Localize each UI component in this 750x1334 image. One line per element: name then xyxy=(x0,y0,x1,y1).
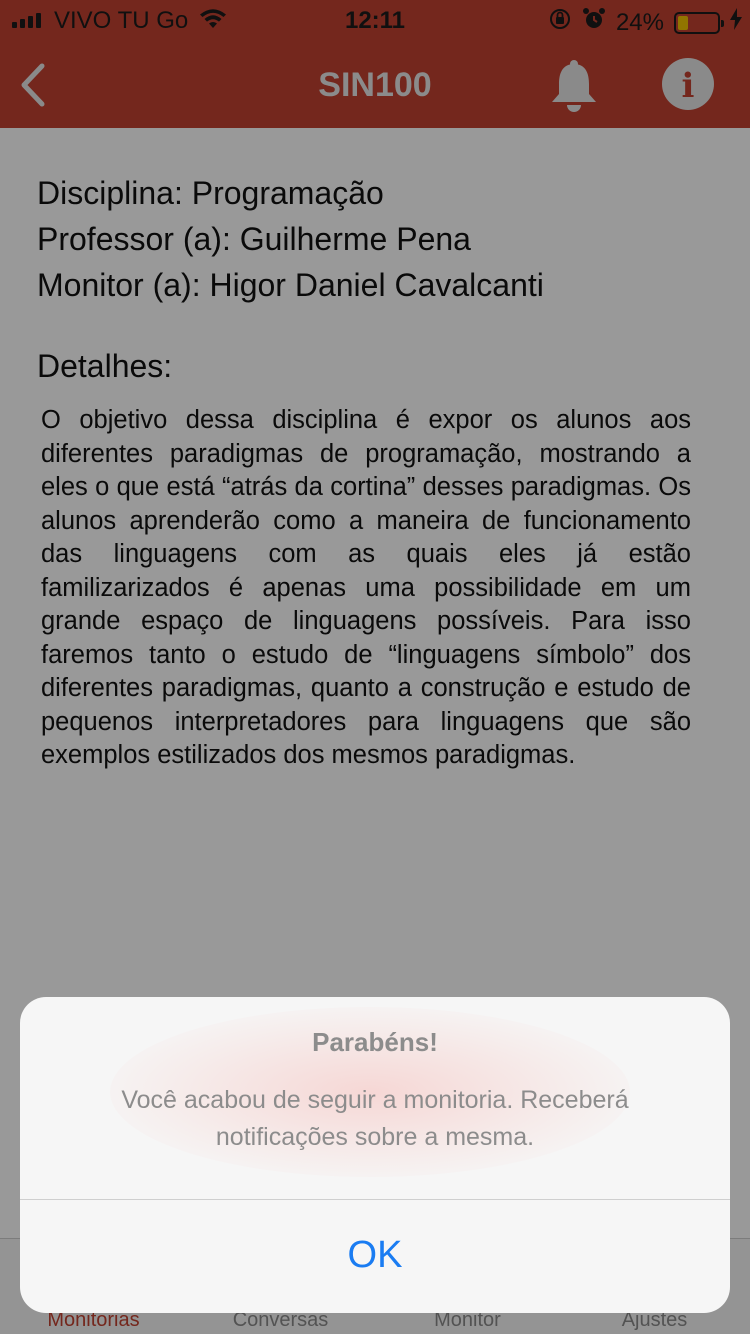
alert-title: Parabéns! xyxy=(312,1027,438,1057)
alert-message: Você acabou de seguir a monitoria. Receb… xyxy=(121,1086,629,1151)
alert-dialog: Parabéns! Você acabou de seguir a monito… xyxy=(20,997,730,1313)
ok-button[interactable]: OK xyxy=(20,1200,730,1313)
